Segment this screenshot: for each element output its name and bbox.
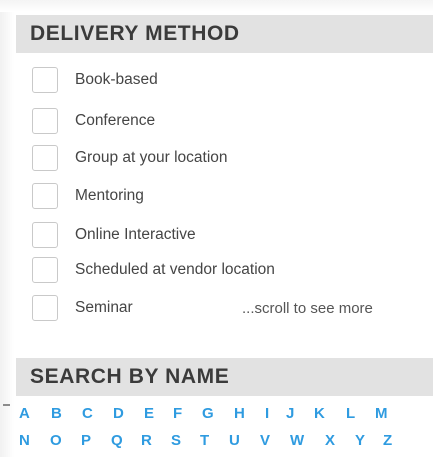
letter-link-f[interactable]: F <box>173 403 182 425</box>
checkbox[interactable] <box>32 257 58 283</box>
letter-link-h[interactable]: H <box>234 403 245 425</box>
left-shadow <box>0 0 14 457</box>
letter-link-p[interactable]: P <box>81 430 91 452</box>
letter-link-j[interactable]: J <box>286 403 294 425</box>
option-label[interactable]: Seminar <box>75 299 133 317</box>
letter-link-d[interactable]: D <box>113 403 124 425</box>
letter-link-t[interactable]: T <box>200 430 209 452</box>
letter-link-z[interactable]: Z <box>383 430 392 452</box>
divider <box>3 404 10 406</box>
letter-link-v[interactable]: V <box>260 430 270 452</box>
option-conference[interactable]: Conference <box>32 107 155 135</box>
letter-link-c[interactable]: C <box>82 403 93 425</box>
scroll-hint: ...scroll to see more <box>242 300 373 317</box>
top-shadow <box>0 0 433 12</box>
alphabet-row-a-m: A B C D E F G H I J K L M <box>16 403 428 425</box>
letter-link-m[interactable]: M <box>375 403 388 425</box>
letter-link-w[interactable]: W <box>290 430 304 452</box>
option-mentoring[interactable]: Mentoring <box>32 182 144 210</box>
letter-link-g[interactable]: G <box>202 403 214 425</box>
letter-link-e[interactable]: E <box>144 403 154 425</box>
letter-link-a[interactable]: A <box>19 403 30 425</box>
letter-link-x[interactable]: X <box>325 430 335 452</box>
letter-link-i[interactable]: I <box>265 403 269 425</box>
checkbox[interactable] <box>32 222 58 248</box>
option-label[interactable]: Online Interactive <box>75 226 196 244</box>
letter-link-y[interactable]: Y <box>355 430 365 452</box>
letter-link-l[interactable]: L <box>346 403 355 425</box>
option-label[interactable]: Book-based <box>75 71 158 89</box>
letter-link-k[interactable]: K <box>314 403 325 425</box>
option-group-at-your-location[interactable]: Group at your location <box>32 144 228 172</box>
letter-link-q[interactable]: Q <box>111 430 123 452</box>
letter-link-o[interactable]: O <box>50 430 62 452</box>
letter-link-r[interactable]: R <box>141 430 152 452</box>
option-seminar[interactable]: Seminar <box>32 294 133 322</box>
checkbox[interactable] <box>32 145 58 171</box>
option-label[interactable]: Conference <box>75 112 155 130</box>
checkbox[interactable] <box>32 295 58 321</box>
search-by-name-header: SEARCH BY NAME <box>16 358 433 396</box>
option-online-interactive[interactable]: Online Interactive <box>32 221 196 249</box>
delivery-method-header: DELIVERY METHOD <box>16 15 433 53</box>
checkbox[interactable] <box>32 67 58 93</box>
option-label[interactable]: Mentoring <box>75 187 144 205</box>
option-label[interactable]: Scheduled at vendor location <box>75 261 275 279</box>
letter-link-b[interactable]: B <box>51 403 62 425</box>
option-scheduled-at-vendor-location[interactable]: Scheduled at vendor location <box>32 256 275 284</box>
alphabet-row-n-z: N O P Q R S T U V W X Y Z <box>16 430 428 452</box>
option-book-based[interactable]: Book-based <box>32 66 158 94</box>
checkbox[interactable] <box>32 108 58 134</box>
letter-link-s[interactable]: S <box>171 430 181 452</box>
checkbox[interactable] <box>32 183 58 209</box>
letter-link-n[interactable]: N <box>19 430 30 452</box>
letter-link-u[interactable]: U <box>229 430 240 452</box>
option-label[interactable]: Group at your location <box>75 149 228 167</box>
